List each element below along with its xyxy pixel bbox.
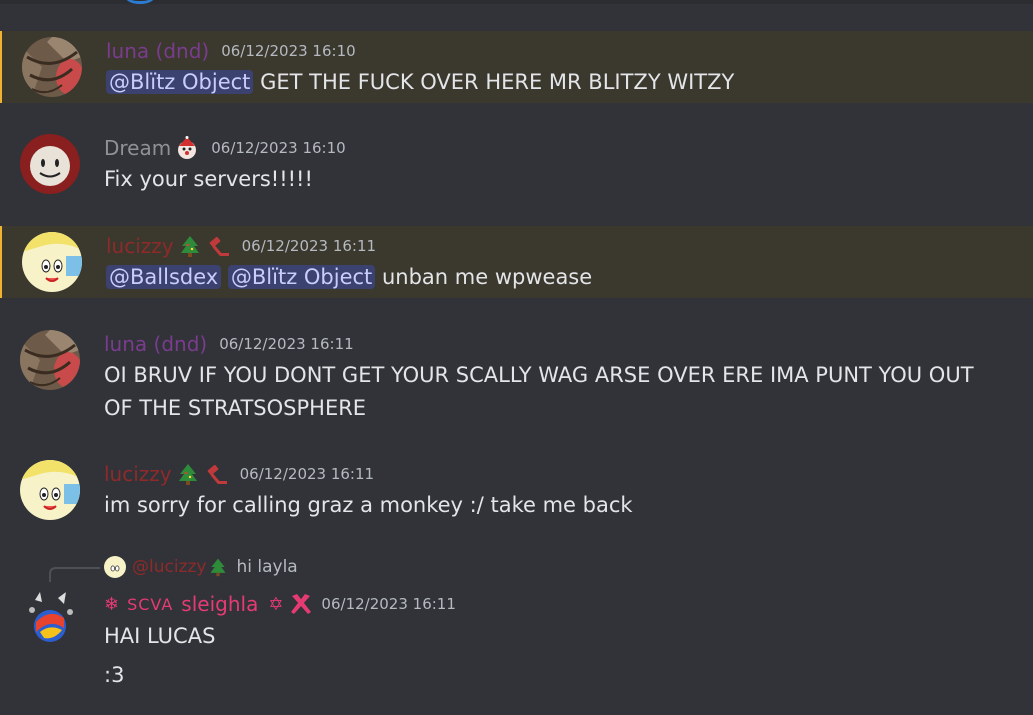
message-6[interactable]: @lucizzy hi layla ❄ SCVA sleighla ✡ 06/1… [0, 548, 1033, 708]
timestamp[interactable]: 06/12/2023 16:10 [211, 139, 345, 157]
cat-avatar-icon [20, 330, 80, 390]
timestamp[interactable]: 06/12/2023 16:11 [242, 237, 376, 255]
user-mention[interactable]: @Blïtz Object [227, 265, 376, 289]
hammer-pick-icon [291, 594, 312, 614]
reply-connector [49, 567, 100, 582]
message-text: :3 [104, 663, 125, 687]
dream-avatar-icon [20, 134, 80, 194]
reply-text[interactable]: hi layla [236, 557, 297, 577]
username[interactable]: luna (dnd) [106, 39, 209, 63]
gavel-icon [209, 236, 229, 256]
previous-message-edge [0, 0, 1033, 4]
snowflake-icon: ❄ [104, 593, 120, 615]
timestamp[interactable]: 06/12/2023 16:11 [321, 595, 455, 613]
lucizzy-avatar-icon [20, 460, 80, 520]
avatar-dream[interactable] [20, 134, 80, 194]
message-1[interactable]: luna (dnd) 06/12/2023 16:10 @Blïtz Objec… [0, 31, 1033, 103]
avatar-lucizzy[interactable] [22, 232, 82, 292]
pentagram-icon: ✡ [268, 593, 284, 615]
user-mention[interactable]: @Ballsdex [106, 265, 222, 289]
role-tag: SCVA [127, 594, 174, 614]
message-text: HAI LUCAS [104, 624, 216, 648]
username[interactable]: Dream [104, 136, 171, 160]
message-4[interactable]: luna (dnd) 06/12/2023 16:11 OI BRUV IF Y… [0, 324, 1033, 428]
clown-emoji-icon [178, 136, 197, 159]
avatar-sleighla[interactable] [20, 588, 80, 648]
user-mention[interactable]: @Blïtz Object [106, 70, 254, 94]
reply-username[interactable]: @lucizzy [132, 557, 206, 577]
message-5[interactable]: lucizzy 06/12/2023 16:11 im sorry for ca… [0, 454, 1033, 526]
timestamp[interactable]: 06/12/2023 16:11 [219, 335, 353, 353]
message-text: unban me wpwease [381, 265, 593, 289]
gavel-icon [207, 464, 227, 484]
message-text: im sorry for calling graz a monkey :/ ta… [104, 493, 633, 517]
christmas-tree-icon [210, 558, 226, 577]
avatar-luna[interactable] [20, 330, 80, 390]
partial-avatar [120, 0, 160, 4]
username[interactable]: sleighla [181, 592, 258, 616]
message-text: OI BRUV IF YOU DONT GET YOUR SCALLY WAG … [104, 363, 974, 420]
avatar-luna[interactable] [22, 37, 82, 97]
message-3[interactable]: lucizzy 06/12/2023 16:11 @Ballsdex @Blït… [0, 226, 1033, 298]
avatar-lucizzy[interactable] [20, 460, 80, 520]
reply-preview[interactable]: @lucizzy hi layla [104, 556, 298, 578]
timestamp[interactable]: 06/12/2023 16:11 [240, 465, 374, 483]
timestamp[interactable]: 06/12/2023 16:10 [221, 42, 355, 60]
username[interactable]: lucizzy [104, 462, 172, 486]
message-text: GET THE FUCK OVER HERE MR BLITZY WITZY [260, 70, 735, 94]
message-text: Fix your servers!!!!! [104, 167, 313, 191]
message-2[interactable]: Dream 06/12/2023 16:10 Fix your servers!… [0, 128, 1033, 200]
lucizzy-avatar-icon [22, 232, 82, 292]
christmas-tree-icon [180, 236, 199, 257]
username[interactable]: luna (dnd) [104, 332, 207, 356]
username[interactable]: lucizzy [106, 234, 174, 258]
reply-avatar [104, 556, 126, 578]
christmas-tree-icon [178, 464, 197, 485]
cat-avatar-icon [22, 37, 82, 97]
sleighla-avatar-icon [20, 588, 80, 648]
